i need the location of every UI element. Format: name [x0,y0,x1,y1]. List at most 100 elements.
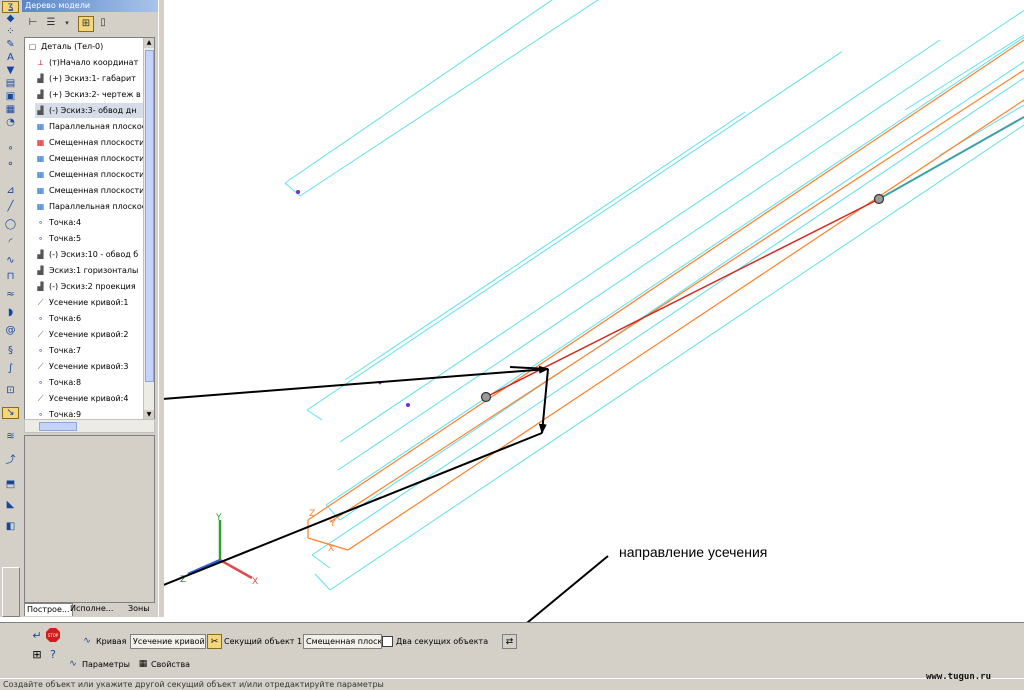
tree-item[interactable]: ▦ Смещенная плоскости [35,167,153,182]
trim-direction-icon[interactable]: ⇄ [502,634,517,649]
spline-tool-icon[interactable]: ∿ [3,256,18,266]
curve-tool-icon[interactable]: ∫ [3,364,18,374]
stop-icon[interactable]: STOP [46,628,60,642]
extrude-icon[interactable]: ◆ [3,14,18,24]
pencil-icon[interactable]: ✎ [3,40,18,50]
model-viewport[interactable]: Z Y X Y X Z [19,0,1024,634]
tree-hscroll-thumb[interactable] [39,422,77,431]
array-icon[interactable]: ⁘ [3,27,18,37]
tree-item-label: Точка:9 [49,410,82,419]
tab-parameters[interactable]: Параметры [82,658,130,671]
save-icon[interactable]: ▣ [3,92,18,102]
tree-item-label: Точка:6 [49,314,82,323]
trim-point-start[interactable] [480,391,492,403]
tree-list-icon[interactable]: ☰ [44,16,58,30]
layers-icon[interactable]: ▦ [3,105,18,115]
tree-item-label: Усечение кривой:2 [49,330,129,339]
create-object-icon[interactable]: ↵ [30,629,44,643]
two-cutters-checkbox[interactable] [382,636,393,647]
tree-item[interactable]: ▟ Эскиз:1 горизонталы [35,263,153,278]
tab-executions[interactable]: Исполне... [68,603,115,615]
model-tree-toolbar: ⊢ ☰ ▾ ⊞ ▯ [22,13,158,35]
sheet-tool-icon[interactable]: ⬒ [3,480,18,490]
spiral-tool-icon[interactable]: @ [3,326,18,336]
scroll-up-icon[interactable]: ▲ [144,38,154,48]
tree-item[interactable]: ⟂ (т)Начало координат [35,55,153,70]
tree-item-label: Смещенная плоскости [49,138,145,147]
tree-item[interactable]: ▦ Параллельная плоскос [35,119,153,134]
solid-tool-icon[interactable]: ◧ [3,522,18,532]
tree-view-icon[interactable]: ⊞ [78,16,94,32]
trim-curve-tool-icon[interactable]: ↘ [2,407,19,419]
polyline-tool-icon[interactable]: ⊓ [3,272,18,282]
point-set-icon[interactable]: ⚬ [3,160,18,170]
tree-item[interactable]: ∘ Точка:8 [35,375,153,390]
tree-item[interactable]: ▢ Деталь (Тел-0) [27,39,145,54]
helix-tool-icon[interactable]: § [3,346,18,356]
tree-item-label: (+) Эскиз:1- габарит [49,74,136,83]
point-tool-icon[interactable]: ∘ [3,144,18,154]
sketch-line [284,182,301,197]
tree-item[interactable]: ▦ Смещенная плоскости [35,183,153,198]
trim-point-end[interactable] [873,193,885,205]
curve-field[interactable]: Усечение кривой [130,634,206,649]
document-icon[interactable]: ▤ [3,79,18,89]
pointer-arrow [19,365,549,411]
tree-item[interactable]: ▟ (+) Эскиз:1- габарит [35,71,153,86]
model-scene[interactable]: Z Y X Y X Z [19,0,1024,634]
tab-zones[interactable]: Зоны [126,603,152,615]
tree-horizontal-scrollbar[interactable] [24,419,155,433]
dimension-icon[interactable]: A [3,53,18,63]
circle-tool-icon[interactable]: ◯ [3,220,18,230]
tree-item[interactable]: ▦ Смещенная плоскости [35,151,153,166]
geometry-mode-icon[interactable]: ʓ [2,1,19,13]
vertex-marker[interactable] [406,403,410,407]
coordinate-axes: YXZ [180,513,258,587]
tree-item[interactable]: ∘ Точка:4 [35,215,153,230]
vertex-marker[interactable] [296,190,300,194]
arc-tool-icon[interactable]: ◜ [3,238,18,248]
direction-annotation: направление усечения [619,544,768,560]
tree-item[interactable]: ▟ (-) Эскиз:10 - обвод б [35,247,153,262]
tree-filter-icon[interactable]: ▯ [96,16,110,30]
projection-tool-icon[interactable]: ⊡ [3,386,18,396]
model-tree-list: ▢ Деталь (Тел-0) ⟂ (т)Начало координат ▟ (+) … [24,37,155,421]
tree-scroll-thumb[interactable] [145,50,154,382]
fillet-tool-icon[interactable]: ◣ [3,500,18,510]
tree-item[interactable]: ∘ Точка:6 [35,311,153,326]
tree-item[interactable]: ▦ Параллельная плоскос [35,199,153,214]
tree-item[interactable]: ▟ (-) Эскиз:3- обвод дн [35,103,153,118]
tree-item[interactable]: ▦ Смещенная плоскости [35,135,153,150]
tab-properties[interactable]: Свойства [151,658,190,671]
filter-icon[interactable]: ▼ [3,66,18,76]
sketch-line [306,409,323,421]
cutter-field[interactable]: Смещенная плоско [303,634,382,649]
wave-tool-icon[interactable]: ≈ [3,290,18,300]
open-folder-icon[interactable]: ⊿ [3,186,18,196]
help-icon[interactable]: ? [46,648,60,662]
chevron-down-icon[interactable]: ▾ [60,16,74,30]
tree-structure-icon[interactable]: ⊢ [26,16,40,30]
plane-icon: ▦ [36,122,45,131]
cutter-select-icon[interactable]: ✂ [207,634,222,649]
tree-item[interactable]: ∘ Точка:7 [35,343,153,358]
line-tool-icon[interactable]: ╱ [3,202,18,212]
tree-vertical-scrollbar[interactable]: ▲ ▼ [143,38,154,420]
tree-item[interactable]: ⟋ Усечение кривой:2 [35,327,153,342]
annotation-arrows [19,365,609,634]
offset-curve-tool-icon[interactable]: ≋ [3,432,18,442]
bend-tool-icon[interactable]: ⤴ [3,456,18,466]
tree-item[interactable]: ⟋ Усечение кривой:3 [35,359,153,374]
tab-construction[interactable]: Построе... [24,603,73,616]
tree-item[interactable]: ∘ Точка:5 [35,231,153,246]
rotate-icon[interactable]: ◔ [3,118,18,128]
fit-view-icon[interactable]: ⊞ [30,648,44,662]
remaining-curve [878,116,1024,200]
sketch-line [284,0,553,184]
tree-item[interactable]: ▟ (-) Эскиз:2 проекция [35,279,153,294]
surface-tool-icon[interactable]: ◗ [3,308,18,318]
tree-item[interactable]: ⟋ Усечение кривой:4 [35,391,153,406]
tree-item[interactable]: ⟋ Усечение кривой:1 [35,295,153,310]
tree-item[interactable]: ▟ (+) Эскиз:2- чертеж в [35,87,153,102]
toolbar-scroll-handle[interactable] [2,567,20,617]
